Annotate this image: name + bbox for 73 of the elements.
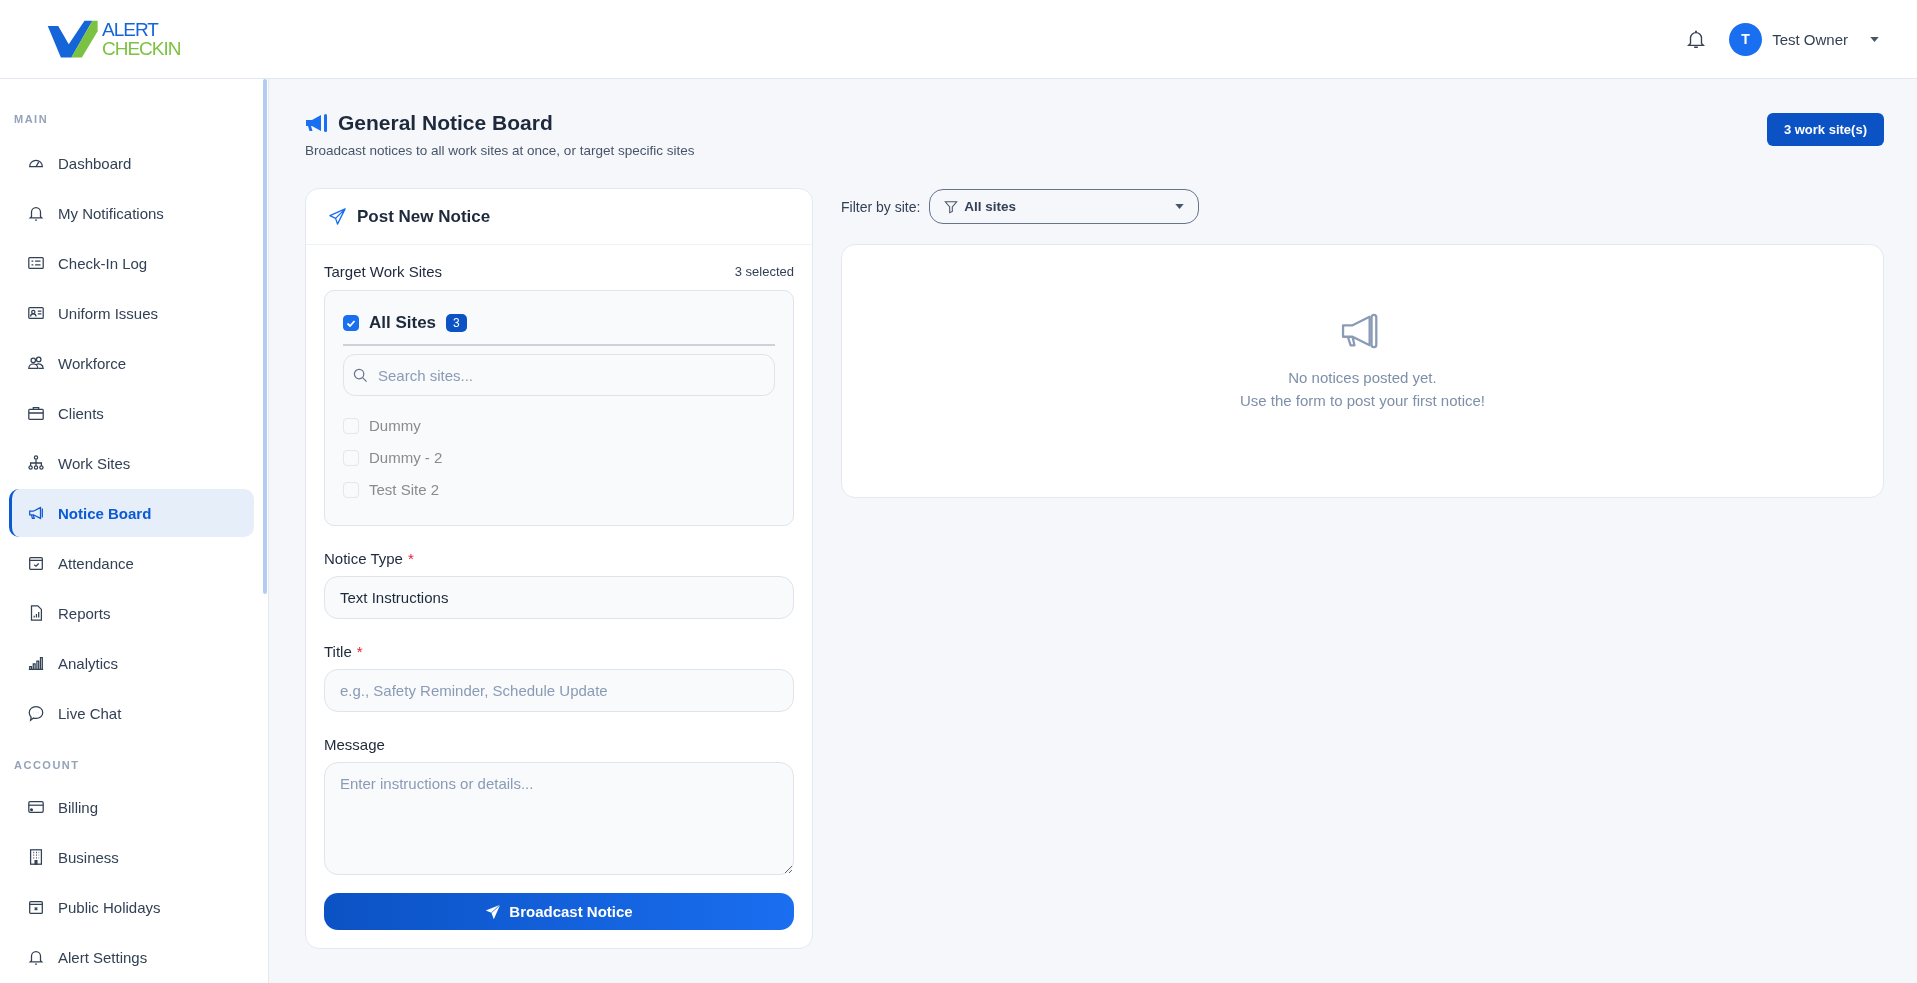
filter-icon xyxy=(944,199,959,214)
sidebar-item[interactable]: Notice Board xyxy=(9,489,254,537)
nav-bell-icon xyxy=(27,204,45,222)
page-title: General Notice Board xyxy=(338,111,553,135)
nav-bar-chart-icon xyxy=(27,654,45,672)
user-avatar: T xyxy=(1729,22,1763,56)
send-icon xyxy=(485,903,502,920)
scrollbar[interactable] xyxy=(263,79,267,594)
checkbox-label: Test Site 2 xyxy=(369,481,440,498)
field-label: Notice Type xyxy=(324,550,403,567)
filter-label: Filter by site: xyxy=(841,198,921,215)
caret-icon xyxy=(1870,36,1879,42)
nav-card-icon xyxy=(27,798,45,816)
nav-sitemap-icon xyxy=(27,454,45,472)
field-label: Message xyxy=(324,736,385,753)
nav-id-card-icon xyxy=(27,304,45,322)
sidebar-section-label: MAIN xyxy=(13,112,50,127)
site-filter-dropdown[interactable]: All sites xyxy=(929,189,1200,224)
nav-briefcase-icon xyxy=(27,404,45,422)
nav-calendar-icon xyxy=(27,898,45,916)
nav-building-icon xyxy=(27,848,45,866)
user-name: Test Owner xyxy=(1772,30,1848,48)
sidebar-item[interactable]: Public Holidays xyxy=(9,883,254,931)
work-sites-count-button[interactable]: 3 work site(s) xyxy=(1766,113,1884,146)
search-icon xyxy=(353,368,368,383)
search-field[interactable]: Search sites... xyxy=(343,354,775,396)
sidebar-section-label: ACCOUNT xyxy=(13,758,81,773)
logo-text: ALERT xyxy=(102,20,160,39)
nav-people-icon xyxy=(27,354,45,372)
textarea-field[interactable]: Enter instructions or details... xyxy=(324,762,794,875)
selected-count: 3 selected xyxy=(734,264,794,279)
card-title: Post New Notice xyxy=(357,206,491,227)
checkbox-label: All Sites xyxy=(369,313,437,333)
required-mark: * xyxy=(407,550,414,567)
broadcast-button[interactable]: Broadcast Notice xyxy=(324,893,794,930)
sidebar-item[interactable]: My Notifications xyxy=(9,189,254,237)
user-menu[interactable]: T Test Owner xyxy=(1729,22,1879,56)
count-badge: 3 xyxy=(446,314,467,332)
page-subtitle: Broadcast notices to all work sites at once, or target specific sites xyxy=(305,143,695,158)
checkbox[interactable] xyxy=(343,315,359,331)
input-field[interactable]: e.g., Safety Reminder, Schedule Update xyxy=(324,669,794,712)
logo-text: CHECKIN xyxy=(102,39,181,58)
logo-check-icon xyxy=(47,18,101,60)
sidebar-item[interactable]: Uniform Issues xyxy=(9,289,254,337)
field-label: Target Work Sites xyxy=(324,263,443,280)
checkbox-label: Dummy - 2 xyxy=(369,449,443,466)
sidebar-item[interactable]: Work Sites xyxy=(9,439,254,487)
nav-bell-icon xyxy=(27,948,45,966)
sidebar-item[interactable]: Business xyxy=(9,833,254,881)
caret-icon xyxy=(1175,204,1185,209)
megaphone-icon xyxy=(305,113,329,133)
field-label: Title xyxy=(324,643,352,660)
empty-message: Use the form to post your first notice! xyxy=(1239,392,1486,409)
required-mark: * xyxy=(356,643,363,660)
sidebar-item[interactable]: Analytics xyxy=(9,639,254,687)
nav-calendar-check-icon xyxy=(27,554,45,572)
sidebar-item[interactable]: Check-In Log xyxy=(9,239,254,287)
sidebar-item[interactable]: Billing xyxy=(9,783,254,831)
send-icon xyxy=(328,207,347,226)
sidebar-item[interactable]: Workforce xyxy=(9,339,254,387)
sidebar-item[interactable]: Clients xyxy=(9,389,254,437)
sidebar-item[interactable]: Alert Settings xyxy=(9,933,254,981)
logo[interactable]: ALERT CHECKIN xyxy=(47,18,181,60)
sidebar-item[interactable]: Live Chat xyxy=(9,689,254,737)
sidebar-item[interactable]: Attendance xyxy=(9,539,254,587)
sidebar-item[interactable]: Reports xyxy=(9,589,254,637)
nav-list-icon xyxy=(27,254,45,272)
select-field[interactable]: Text Instructions xyxy=(324,576,794,619)
nav-chat-icon xyxy=(27,704,45,722)
empty-message: No notices posted yet. xyxy=(1288,369,1437,386)
nav-megaphone-icon xyxy=(27,504,45,522)
sidebar-item[interactable]: Dashboard xyxy=(9,139,254,187)
checkbox-label: Dummy xyxy=(369,417,421,434)
